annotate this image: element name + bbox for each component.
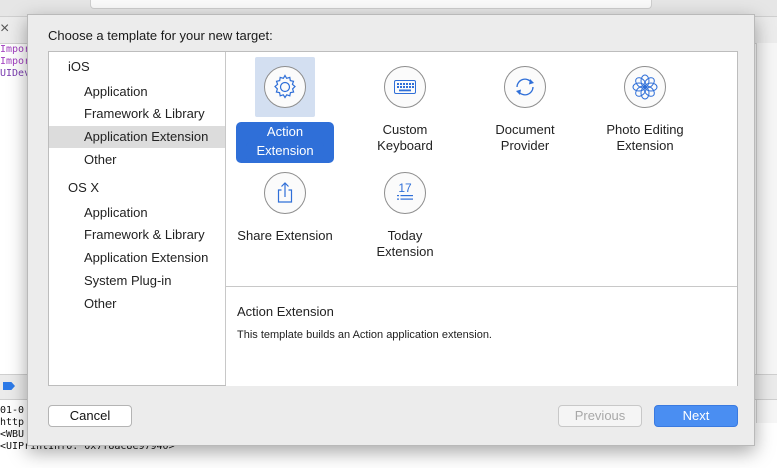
template-chooser: iOS Application Framework & Library Appl… xyxy=(48,51,738,386)
platform-sidebar: iOS Application Framework & Library Appl… xyxy=(49,52,226,385)
share-icon xyxy=(264,172,306,214)
template-icon-tile xyxy=(495,57,555,117)
sidebar-item-ios-framework-library[interactable]: Framework & Library xyxy=(49,103,225,125)
template-icon-tile xyxy=(255,163,315,223)
sidebar-item-label: Framework & Library xyxy=(84,227,205,242)
next-button[interactable]: Next xyxy=(654,405,738,427)
sidebar-item-ios-application[interactable]: Application xyxy=(49,81,225,103)
sidebar-item-osx-system-plugin[interactable]: System Plug-in xyxy=(49,270,225,292)
template-custom-keyboard[interactable]: Custom Keyboard xyxy=(346,52,464,162)
template-label-line: Document xyxy=(495,122,555,137)
sidebar-item-label: System Plug-in xyxy=(84,273,172,288)
code-editor[interactable]: Impor Impor UIDev xyxy=(0,44,30,80)
sidebar-item-label: Application xyxy=(84,205,148,220)
sidebar-item-label: Other xyxy=(84,296,117,311)
cancel-button[interactable]: Cancel xyxy=(48,405,132,427)
template-label-line: Keyboard xyxy=(377,138,433,153)
today-icon-number: 17 xyxy=(398,181,412,195)
sidebar-group-osx: OS X xyxy=(68,180,100,195)
sidebar-item-ios-application-extension[interactable]: Application Extension xyxy=(49,126,225,148)
template-description-pane: Action Extension This template builds an… xyxy=(226,286,737,386)
previous-button[interactable]: Previous xyxy=(558,405,642,427)
template-label: Today Extension xyxy=(346,228,464,260)
template-label-line: Today xyxy=(387,228,423,243)
template-icon-tile: 17 xyxy=(375,163,435,223)
keyboard-icon xyxy=(384,66,426,108)
description-text: This template builds an Action applicati… xyxy=(237,329,492,341)
calendar-17-icon: 17 xyxy=(384,172,426,214)
right-gutter xyxy=(756,43,777,423)
gear-icon xyxy=(264,66,306,108)
template-icon-tile xyxy=(255,57,315,117)
new-target-sheet: Choose a template for your new target: i… xyxy=(27,14,755,446)
sidebar-item-ios-other[interactable]: Other xyxy=(49,149,225,171)
template-label-line: Provider xyxy=(500,138,550,153)
template-label-line: Share Extension xyxy=(237,228,333,243)
template-label-line: Photo Editing xyxy=(606,122,684,137)
sidebar-item-label: Framework & Library xyxy=(84,106,205,121)
template-action-extension[interactable]: Action Extension xyxy=(226,52,344,163)
template-today-extension[interactable]: 17 Today Extension xyxy=(346,158,464,268)
template-share-extension[interactable]: Share Extension xyxy=(226,158,344,268)
sidebar-item-osx-framework-library[interactable]: Framework & Library xyxy=(49,224,225,246)
sidebar-item-label: Other xyxy=(84,152,117,167)
refresh-icon xyxy=(504,66,546,108)
template-label-line: Extension xyxy=(616,138,674,153)
sidebar-item-osx-application[interactable]: Application xyxy=(49,202,225,224)
sidebar-item-osx-other[interactable]: Other xyxy=(49,293,225,315)
code-line: Impor xyxy=(0,56,31,67)
template-icon-tile xyxy=(615,57,675,117)
template-grid: Action Extension Custom Keyboard Documen… xyxy=(226,52,737,285)
template-icon-tile xyxy=(375,57,435,117)
template-label: Action Extension xyxy=(226,122,344,163)
description-title: Action Extension xyxy=(237,304,334,319)
template-label: Share Extension xyxy=(226,228,344,244)
sidebar-item-label: Application Extension xyxy=(84,129,209,144)
sheet-title: Choose a template for your new target: xyxy=(48,28,273,43)
template-label-line: Extension xyxy=(376,244,434,259)
close-icon[interactable]: × xyxy=(0,20,9,38)
template-document-provider[interactable]: Document Provider xyxy=(466,52,584,162)
code-line: UIDev xyxy=(0,68,31,79)
sidebar-item-label: Application Extension xyxy=(84,250,209,265)
template-label-line: Action xyxy=(256,123,314,142)
sidebar-group-ios: iOS xyxy=(68,59,90,74)
flower-icon xyxy=(624,66,666,108)
template-label: Photo Editing Extension xyxy=(586,122,704,154)
template-label: Custom Keyboard xyxy=(346,122,464,154)
window-title-field xyxy=(90,0,652,9)
template-photo-editing-extension[interactable]: Photo Editing Extension xyxy=(586,52,704,162)
template-label-line: Custom xyxy=(382,122,428,137)
sidebar-item-label: Application xyxy=(84,84,148,99)
code-line: Impor xyxy=(0,44,31,55)
sidebar-item-osx-application-extension[interactable]: Application Extension xyxy=(49,247,225,269)
template-label: Document Provider xyxy=(466,122,584,154)
